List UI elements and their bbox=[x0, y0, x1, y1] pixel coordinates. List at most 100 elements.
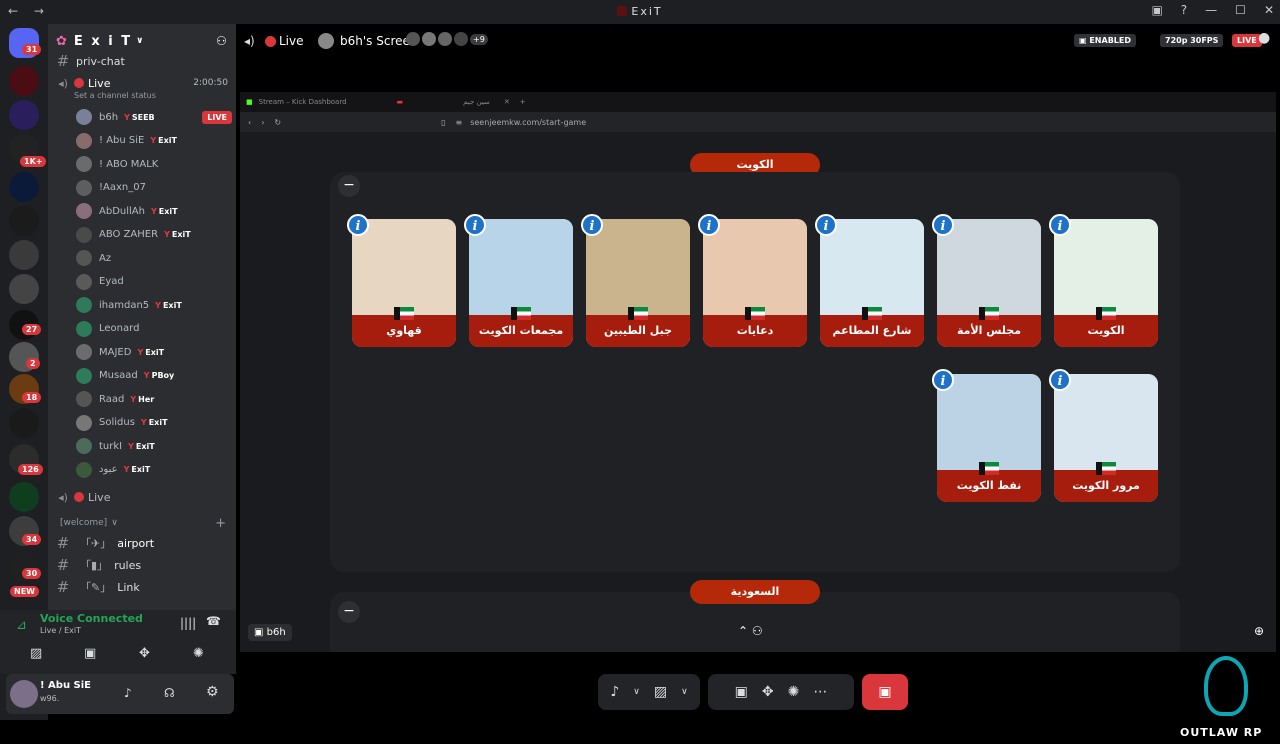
channel-link[interactable]: # 「✎」 Link bbox=[48, 576, 236, 598]
voice-channel-live-2[interactable]: ◂) Live bbox=[48, 486, 236, 508]
close-icon[interactable]: ✕ bbox=[504, 98, 510, 106]
server-icon[interactable] bbox=[9, 66, 39, 96]
server-icon[interactable] bbox=[9, 274, 39, 304]
voice-member[interactable]: عبود ExiT bbox=[76, 459, 232, 481]
info-icon[interactable]: i bbox=[815, 214, 837, 236]
member-name: Musaad bbox=[99, 370, 138, 381]
site-info-icon[interactable]: ≡ bbox=[456, 118, 463, 127]
url-field[interactable]: seenjeemkw.com/start-game bbox=[470, 118, 586, 127]
info-icon[interactable]: i bbox=[581, 214, 603, 236]
chevron-down-icon[interactable]: ∨ bbox=[633, 687, 640, 697]
soundboard-icon[interactable]: ✺ bbox=[788, 684, 800, 700]
channel-status[interactable]: Set a channel status bbox=[48, 86, 236, 104]
browser-tab-active[interactable]: سين جيم bbox=[463, 98, 490, 106]
kuwait-flag-icon bbox=[745, 307, 765, 320]
server-icon[interactable] bbox=[9, 206, 39, 236]
close-icon[interactable]: ✕ bbox=[1264, 3, 1274, 17]
server-icon[interactable] bbox=[9, 240, 39, 270]
server-icon[interactable] bbox=[9, 100, 39, 130]
category-card[interactable]: شارع المطاعم bbox=[820, 219, 924, 347]
voice-member[interactable]: Leonard bbox=[76, 318, 232, 340]
voice-member[interactable]: Musaad PBoy bbox=[76, 365, 232, 387]
voice-member[interactable]: !Aaxn_07 bbox=[76, 177, 232, 199]
minimize-icon[interactable]: — bbox=[1205, 3, 1217, 17]
category-card[interactable]: الكويت bbox=[1054, 219, 1158, 347]
add-member-icon[interactable]: ⚇ bbox=[216, 34, 229, 48]
voice-member[interactable]: b6h SEEB LIVE bbox=[76, 106, 232, 128]
collapse-button-2[interactable]: − bbox=[338, 601, 360, 623]
screen-share-icon[interactable]: ▣ bbox=[735, 684, 748, 700]
category-card[interactable]: مجلس الأمة bbox=[937, 219, 1041, 347]
app-title-text: ExiT bbox=[631, 5, 663, 18]
soundboard-2-icon[interactable]: ✺ bbox=[193, 646, 204, 661]
new-tab-icon[interactable]: + bbox=[520, 98, 526, 106]
camera-off-icon[interactable]: ▨ bbox=[30, 646, 42, 661]
voice-member[interactable]: ihamdan5 ExiT bbox=[76, 294, 232, 316]
channel-airport[interactable]: # 「✈」 airport bbox=[48, 532, 236, 554]
screen-share-icon[interactable]: ▣ bbox=[84, 646, 96, 661]
avatar[interactable] bbox=[10, 680, 38, 708]
soundboard-icon[interactable]: |||| bbox=[180, 616, 196, 630]
microphone-icon[interactable]: ♪ bbox=[124, 686, 132, 700]
voice-channel[interactable]: Live / ExiT bbox=[40, 626, 81, 635]
category-card[interactable]: جبل الطيبين bbox=[586, 219, 690, 347]
inbox-icon[interactable]: ▣ bbox=[1151, 3, 1162, 17]
voice-member[interactable]: AbDullAh ExiT bbox=[76, 200, 232, 222]
category-card[interactable]: مرور الكويت bbox=[1054, 374, 1158, 502]
info-icon[interactable]: i bbox=[1049, 369, 1071, 391]
voice-member[interactable]: ! Abu SiE ExiT bbox=[76, 130, 232, 152]
voice-member[interactable]: Eyad bbox=[76, 271, 232, 293]
collapse-button[interactable]: − bbox=[338, 175, 360, 197]
voice-member[interactable]: turkI ExiT bbox=[76, 435, 232, 457]
browser-tab[interactable]: Stream – Kick Dashboard bbox=[259, 98, 347, 106]
signal-icon[interactable]: ⊿ bbox=[16, 618, 27, 633]
activities-icon[interactable]: ✥ bbox=[139, 646, 150, 661]
info-icon[interactable]: i bbox=[1049, 214, 1071, 236]
category-card[interactable]: نفط الكويت bbox=[937, 374, 1041, 502]
info-icon[interactable]: i bbox=[347, 214, 369, 236]
member-tag: ExiT bbox=[137, 348, 164, 357]
voice-member[interactable]: Raad Her bbox=[76, 388, 232, 410]
info-icon[interactable]: i bbox=[698, 214, 720, 236]
headphones-icon[interactable]: ☊ bbox=[164, 686, 175, 700]
voice-member[interactable]: ABO ZAHER ExiT bbox=[76, 224, 232, 246]
channel-priv-chat[interactable]: # priv-chat bbox=[48, 50, 236, 72]
info-icon[interactable]: i bbox=[464, 214, 486, 236]
channel-rules[interactable]: # 「▮」 rules bbox=[48, 554, 236, 576]
end-stream-button[interactable]: ▣ bbox=[862, 674, 908, 710]
server-icon[interactable] bbox=[9, 482, 39, 512]
gear-icon[interactable]: ⚙ bbox=[206, 684, 219, 700]
server-icon[interactable] bbox=[9, 172, 39, 202]
chevron-down-icon[interactable]: ∨ bbox=[681, 687, 688, 697]
window-controls[interactable]: ▣ ? — ☐ ✕ bbox=[1151, 3, 1274, 17]
chat-icon[interactable]: ● bbox=[1258, 30, 1270, 46]
maximize-icon[interactable]: ☐ bbox=[1235, 3, 1246, 17]
voice-member[interactable]: Az bbox=[76, 247, 232, 269]
category-card[interactable]: قهاوي bbox=[352, 219, 456, 347]
viewer-count[interactable]: +9 bbox=[470, 34, 488, 45]
voice-member[interactable]: ! ABO MALK bbox=[76, 153, 232, 175]
voice-member[interactable]: MAJED ExiT bbox=[76, 341, 232, 363]
reload-icon[interactable]: ↻ bbox=[274, 118, 281, 127]
info-icon[interactable]: i bbox=[932, 214, 954, 236]
expand-participants-icon[interactable]: ⌃ ⚇ bbox=[738, 624, 763, 638]
disconnect-icon[interactable]: ☎ bbox=[206, 614, 221, 628]
category-card[interactable]: مجمعات الكويت bbox=[469, 219, 573, 347]
forward-icon[interactable]: › bbox=[261, 118, 264, 127]
back-icon[interactable]: ‹ bbox=[248, 118, 251, 127]
add-channel-icon[interactable]: + bbox=[215, 516, 226, 531]
more-icon[interactable]: ⋯ bbox=[813, 684, 827, 700]
category-welcome[interactable]: [welcome] ∨ + bbox=[48, 512, 236, 534]
info-icon[interactable]: i bbox=[932, 369, 954, 391]
logo-text: OUTLAW RP bbox=[1180, 726, 1263, 739]
category-card[interactable]: دعايات bbox=[703, 219, 807, 347]
microphone-icon[interactable]: ♪ bbox=[610, 684, 619, 700]
activities-icon[interactable]: ✥ bbox=[762, 684, 774, 700]
camera-off-icon[interactable]: ▨ bbox=[654, 684, 667, 700]
voice-member[interactable]: Solidus ExiT bbox=[76, 412, 232, 434]
zoom-icon[interactable]: ⊕ bbox=[1254, 624, 1264, 638]
bookmark-icon[interactable]: ▯ bbox=[441, 118, 445, 127]
server-icon[interactable] bbox=[9, 408, 39, 438]
viewer-avatars[interactable] bbox=[406, 32, 468, 46]
help-icon[interactable]: ? bbox=[1181, 3, 1187, 17]
